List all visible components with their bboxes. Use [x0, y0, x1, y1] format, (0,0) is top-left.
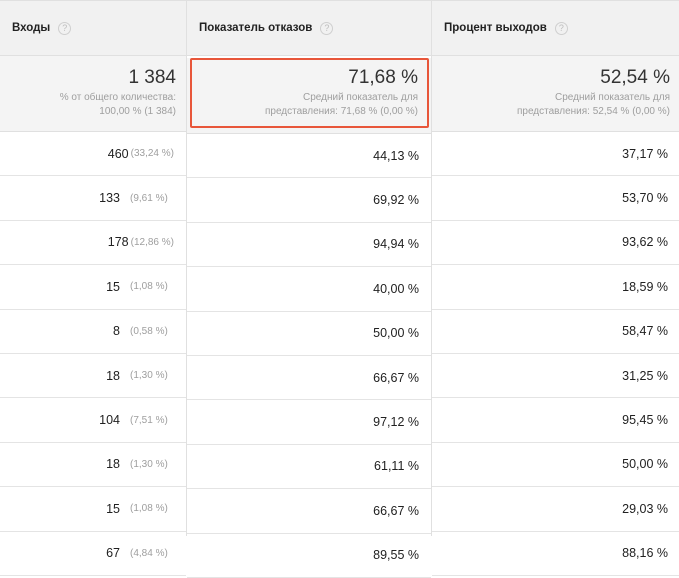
table-row: 53,70 %	[432, 176, 679, 221]
table-row: 66,67 %	[187, 489, 431, 534]
table-row: 29,03 %	[432, 487, 679, 532]
column-bounce-rate: Показатель отказов ? 71,68 % Средний пок…	[186, 0, 431, 578]
entrances-percent: (1,08 %)	[130, 503, 168, 515]
header-exit-rate[interactable]: Процент выходов ?	[432, 0, 679, 56]
entrances-value: 15	[106, 501, 120, 516]
table-row: 40,00 %	[187, 267, 431, 312]
entrances-percent: (1,30 %)	[130, 458, 168, 470]
summary-entrances-caption-2: 100,00 % (1 384)	[99, 106, 176, 117]
table-row: 88,16 %	[432, 532, 679, 576]
entrances-value: 18	[106, 368, 120, 383]
header-bounce-rate[interactable]: Показатель отказов ?	[187, 0, 431, 56]
entrances-percent: (33,24 %)	[130, 148, 174, 160]
table-row: 31,25 %	[432, 354, 679, 399]
table-row: 104 (7,51 %)	[0, 398, 186, 443]
table-row: 61,11 %	[187, 445, 431, 490]
entrances-percent: (1,30 %)	[130, 370, 168, 382]
help-icon[interactable]: ?	[320, 21, 334, 35]
entrances-value: 15	[106, 279, 120, 294]
table-row: 50,00 %	[187, 312, 431, 356]
entrances-rows: 460 (33,24 %) 133 (9,61 %) 178 (12,86 %) 15…	[0, 132, 186, 576]
table-row: 178 (12,86 %)	[0, 221, 186, 266]
header-entrances[interactable]: Входы ?	[0, 0, 186, 56]
table-row: 37,17 %	[432, 132, 679, 177]
table-row: 93,62 %	[432, 221, 679, 266]
header-bounce-rate-label[interactable]: Показатель отказов	[199, 22, 312, 34]
table-row: 66,67 %	[187, 356, 431, 401]
entrances-value: 178	[107, 235, 129, 250]
summary-entrances-value: 1 384	[128, 67, 176, 88]
summary-bounce-rate-highlight: 71,68 % Средний показатель для представл…	[190, 58, 429, 128]
table-row: 50,00 %	[432, 443, 679, 488]
summary-bounce-rate-value: 71,68 %	[348, 67, 418, 88]
summary-entrances-caption-1: % от общего количества:	[59, 92, 176, 103]
header-exit-rate-label[interactable]: Процент выходов	[444, 22, 547, 34]
table-row: 18 (1,30 %)	[0, 354, 186, 399]
table-row: 15 (1,08 %)	[0, 265, 186, 310]
summary-bounce-rate-wrap: 71,68 % Средний показатель для представл…	[187, 58, 431, 134]
table-row: 97,12 %	[187, 400, 431, 445]
column-entrances: Входы ? 1 384 % от общего количества: 10…	[0, 0, 186, 576]
table-row: 44,13 %	[187, 134, 431, 179]
summary-exit-rate-caption-1: Средний показатель для	[555, 92, 670, 103]
analytics-table: Входы ? 1 384 % от общего количества: 10…	[0, 0, 679, 578]
summary-bounce-rate-caption-1: Средний показатель для	[303, 92, 418, 103]
entrances-percent: (7,51 %)	[130, 414, 168, 426]
table-row: 8 (0,58 %)	[0, 310, 186, 354]
table-row: 460 (33,24 %)	[0, 132, 186, 177]
table-row: 133 (9,61 %)	[0, 176, 186, 221]
table-row: 89,55 %	[187, 534, 431, 578]
bounce-rate-rows: 44,13 % 69,92 % 94,94 % 40,00 % 50,00 % …	[187, 134, 431, 578]
table-row: 15 (1,08 %)	[0, 487, 186, 532]
header-entrances-label[interactable]: Входы	[12, 22, 50, 34]
summary-bounce-rate-caption-2: представления: 71,68 % (0,00 %)	[264, 106, 418, 117]
table-row: 18 (1,30 %)	[0, 443, 186, 488]
entrances-percent: (12,86 %)	[130, 236, 174, 248]
summary-exit-rate: 52,54 % Средний показатель для представл…	[432, 56, 679, 132]
entrances-percent: (0,58 %)	[130, 325, 168, 337]
entrances-percent: (9,61 %)	[130, 192, 168, 204]
help-icon[interactable]: ?	[58, 21, 72, 35]
table-row: 18,59 %	[432, 265, 679, 310]
table-row: 95,45 %	[432, 398, 679, 443]
table-row: 58,47 %	[432, 310, 679, 354]
table-row: 94,94 %	[187, 223, 431, 268]
column-exit-rate: Процент выходов ? 52,54 % Средний показа…	[431, 0, 679, 576]
entrances-value: 133	[99, 191, 120, 206]
table-row: 67 (4,84 %)	[0, 532, 186, 576]
summary-entrances: 1 384 % от общего количества: 100,00 % (…	[0, 56, 186, 132]
entrances-value: 18	[106, 457, 120, 472]
entrances-value: 460	[107, 146, 129, 161]
summary-exit-rate-caption-2: представления: 52,54 % (0,00 %)	[516, 106, 670, 117]
entrances-value: 104	[99, 413, 120, 428]
entrances-value: 8	[113, 324, 120, 339]
help-icon[interactable]: ?	[554, 21, 568, 35]
entrances-percent: (4,84 %)	[130, 547, 168, 559]
exit-rate-rows: 37,17 % 53,70 % 93,62 % 18,59 % 58,47 % …	[432, 132, 679, 576]
table-row: 69,92 %	[187, 178, 431, 223]
summary-exit-rate-value: 52,54 %	[600, 67, 670, 88]
entrances-percent: (1,08 %)	[130, 281, 168, 293]
entrances-value: 67	[106, 546, 120, 561]
